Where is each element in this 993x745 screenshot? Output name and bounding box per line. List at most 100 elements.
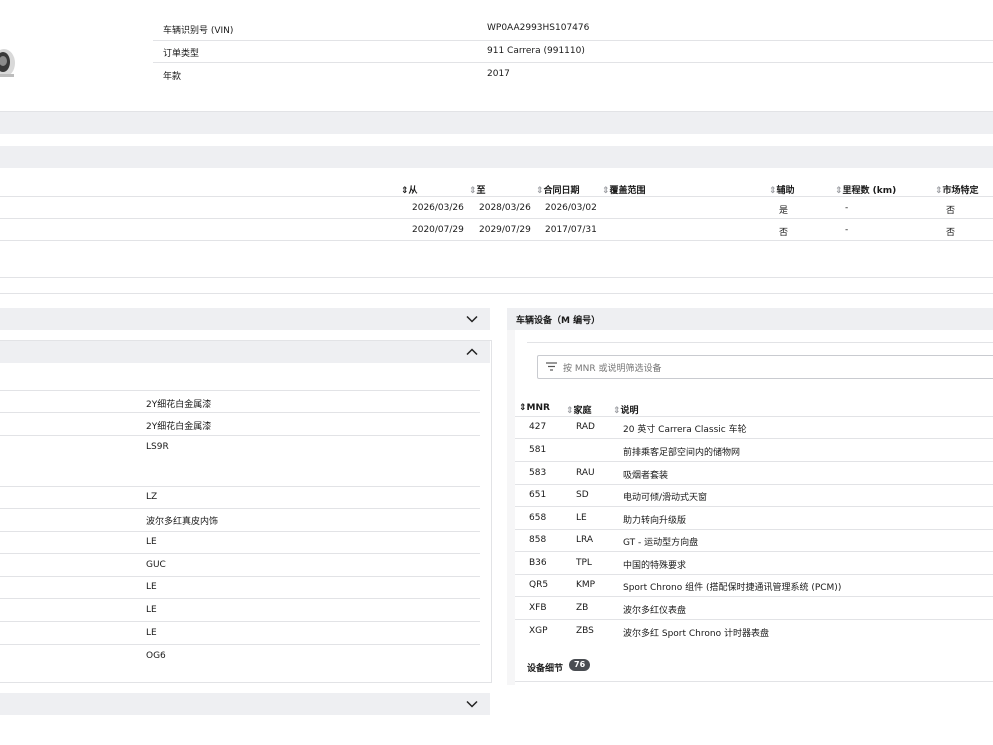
divider (0, 553, 480, 554)
warranty-to: 2029/07/29 (479, 225, 531, 235)
equipment-family: RAD (576, 422, 595, 432)
warranty-contract-date: 2017/07/31 (545, 225, 597, 235)
sort-icon: ⇕ (835, 186, 843, 196)
description-header-label: 说明 (620, 406, 639, 416)
chevron-down-icon[interactable] (466, 315, 478, 323)
mnr-header-label: MNR (526, 403, 550, 413)
equipment-panel-title: 车辆设备（M 编号） (516, 316, 601, 326)
accordion-header-expanded[interactable] (0, 341, 490, 363)
sort-header-market-specific[interactable]: ⇕市场特定 (935, 183, 979, 196)
order-type-label: 订单类型 (163, 49, 200, 59)
sort-header-auxiliary[interactable]: ⇕辅助 (769, 183, 795, 196)
auxiliary-header-label: 辅助 (776, 186, 795, 196)
equipment-description: GT - 运动型方向盘 (623, 538, 699, 548)
section-header-bar[interactable] (0, 112, 993, 134)
sort-header-mileage[interactable]: ⇕里程数 (km) (835, 183, 896, 196)
equipment-mnr: 427 (529, 422, 547, 432)
sort-header-to[interactable]: ⇕至 (469, 183, 486, 196)
equipment-family: ZB (576, 603, 589, 613)
divider (0, 644, 480, 645)
vin-label: 车辆识别号 (VIN) (163, 26, 234, 36)
equipment-mnr: 858 (529, 535, 547, 545)
option-value: 2Y细花白金属漆 (146, 422, 212, 432)
divider (515, 596, 993, 597)
sort-header-description[interactable]: ⇕说明 (613, 403, 639, 416)
divider (153, 62, 993, 63)
sort-icon: ⇕ (401, 186, 409, 196)
sort-header-from[interactable]: ⇕从 (401, 183, 418, 196)
sort-header-family[interactable]: ⇕家庭 (566, 403, 592, 416)
divider (0, 435, 480, 436)
sort-header-contract-date[interactable]: ⇕合同日期 (536, 183, 580, 196)
warranty-mileage: - (845, 203, 849, 213)
warranty-market-specific: 否 (946, 228, 956, 238)
equipment-details-link[interactable]: 设备细节 (527, 661, 563, 674)
warranty-from: 2026/03/26 (412, 203, 464, 213)
mileage-header-label: 里程数 (km) (842, 186, 897, 196)
equipment-mnr: QR5 (529, 580, 549, 590)
equipment-mnr: 651 (529, 490, 547, 500)
accordion-header-collapsed[interactable] (0, 693, 490, 715)
sort-icon: ⇕ (613, 406, 621, 416)
equipment-family: KMP (576, 580, 596, 590)
equipment-description: Sport Chrono 组件 (搭配保时捷通讯管理系统 (PCM)) (623, 583, 842, 593)
divider (515, 438, 993, 439)
sort-icon: ⇕ (602, 186, 610, 196)
divider (0, 196, 993, 197)
equipment-description: 20 英寸 Carrera Classic 车轮 (623, 425, 747, 435)
divider (0, 508, 480, 509)
sort-icon: ⇕ (566, 406, 574, 416)
divider (0, 240, 993, 241)
equipment-family: LE (576, 513, 587, 523)
divider (515, 484, 993, 485)
option-value: LE (146, 628, 157, 638)
equipment-family: SD (576, 490, 589, 500)
coverage-header-label: 覆盖范围 (609, 186, 646, 196)
equipment-family: TPL (576, 558, 592, 568)
model-year-value: 2017 (487, 69, 510, 79)
option-value: 2Y细花白金属漆 (146, 400, 212, 410)
divider (515, 506, 993, 507)
sort-icon: ⇕ (935, 186, 943, 196)
sort-icon: ⇕ (469, 186, 477, 196)
warranty-to: 2028/03/26 (479, 203, 531, 213)
warranty-contract-date: 2026/03/02 (545, 203, 597, 213)
divider (153, 40, 993, 41)
divider (0, 531, 480, 532)
warranty-auxiliary: 否 (779, 228, 789, 238)
vin-value: WP0AA2993HS107476 (487, 23, 590, 33)
warranty-market-specific: 否 (946, 206, 956, 216)
equipment-mnr: 581 (529, 445, 547, 455)
market-specific-header-label: 市场特定 (942, 186, 979, 196)
sort-icon: ⇕ (769, 186, 777, 196)
equipment-description: 前排乘客足部空间内的储物网 (623, 448, 741, 458)
option-value: GUC (146, 560, 166, 570)
option-value: LE (146, 537, 157, 547)
sort-header-coverage[interactable]: ⇕覆盖范围 (602, 183, 646, 196)
equipment-description: 中国的特殊要求 (623, 561, 687, 571)
option-value: OG6 (146, 651, 166, 661)
equipment-count-badge: 76 (569, 659, 591, 671)
warranty-auxiliary: 是 (779, 206, 789, 216)
section-header-bar[interactable] (0, 146, 993, 168)
equipment-description: 波尔多红仪表盘 (623, 606, 687, 616)
to-header-label: 至 (476, 186, 486, 196)
divider (0, 621, 480, 622)
sort-header-mnr[interactable]: ⇕MNR (519, 403, 550, 413)
vehicle-image (0, 44, 18, 82)
equipment-details-label: 设备细节 (527, 664, 564, 674)
equipment-mnr: XFB (529, 603, 547, 613)
divider (515, 681, 993, 682)
equipment-description: 波尔多红 Sport Chrono 计时器表盘 (623, 629, 769, 639)
chevron-up-icon[interactable] (466, 348, 478, 356)
divider (515, 574, 993, 575)
divider (515, 461, 993, 462)
equipment-filter-input[interactable]: 按 MNR 或说明筛选设备 (537, 355, 993, 379)
chevron-down-icon[interactable] (466, 700, 478, 708)
accordion-header-collapsed[interactable] (0, 308, 490, 330)
contract-date-header-label: 合同日期 (543, 186, 580, 196)
equipment-description: 助力转向升级版 (623, 516, 687, 526)
divider (527, 342, 993, 343)
divider (515, 416, 993, 417)
order-type-value: 911 Carrera (991110) (487, 46, 585, 56)
